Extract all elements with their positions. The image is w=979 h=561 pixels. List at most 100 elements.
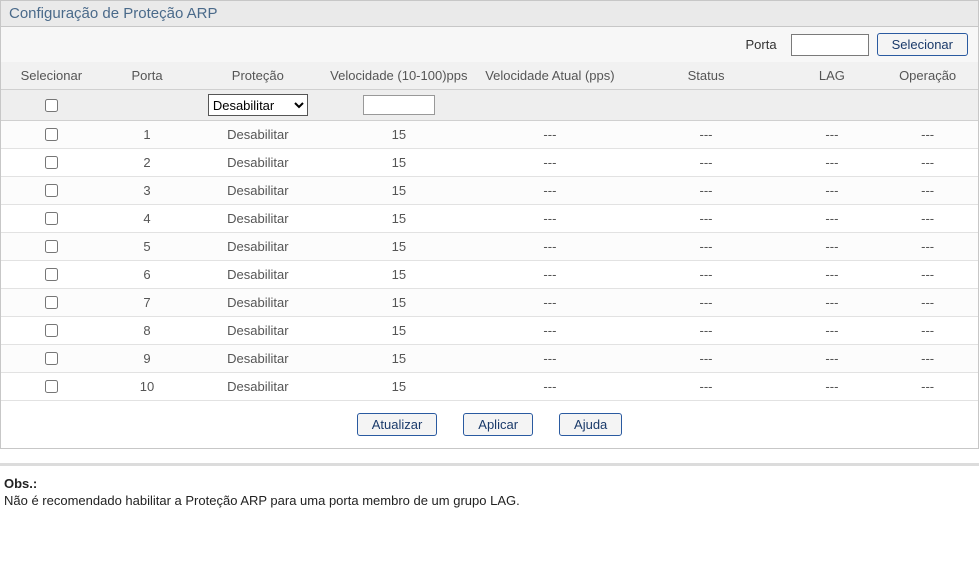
cell-protection: Desabilitar xyxy=(192,289,323,317)
row-checkbox[interactable] xyxy=(45,380,58,393)
col-header-speed: Velocidade (10-100)pps xyxy=(323,62,474,90)
cell-speed: 15 xyxy=(323,261,474,289)
cell-cur-speed: --- xyxy=(474,177,625,205)
col-header-cur-speed: Velocidade Atual (pps) xyxy=(474,62,625,90)
cell-operation: --- xyxy=(877,373,978,401)
cell-operation: --- xyxy=(877,233,978,261)
col-header-status: Status xyxy=(625,62,786,90)
speed-input[interactable] xyxy=(363,95,435,115)
row-checkbox[interactable] xyxy=(45,212,58,225)
table-row: 10Desabilitar15------------ xyxy=(1,373,978,401)
cell-protection: Desabilitar xyxy=(192,149,323,177)
cell-speed: 15 xyxy=(323,177,474,205)
cell-status: --- xyxy=(625,205,786,233)
cell-protection: Desabilitar xyxy=(192,373,323,401)
table-row: 8Desabilitar15------------ xyxy=(1,317,978,345)
col-header-select: Selecionar xyxy=(1,62,102,90)
cell-lag: --- xyxy=(787,121,878,149)
table-row: 1Desabilitar15------------ xyxy=(1,121,978,149)
row-checkbox[interactable] xyxy=(45,296,58,309)
cell-port: 5 xyxy=(102,233,193,261)
cell-operation: --- xyxy=(877,177,978,205)
col-header-lag: LAG xyxy=(787,62,878,90)
arp-table: Selecionar Porta Proteção Velocidade (10… xyxy=(1,62,978,401)
table-row: 9Desabilitar15------------ xyxy=(1,345,978,373)
cell-port: 1 xyxy=(102,121,193,149)
cell-status: --- xyxy=(625,233,786,261)
select-all-checkbox[interactable] xyxy=(45,99,58,112)
row-checkbox[interactable] xyxy=(45,240,58,253)
cell-protection: Desabilitar xyxy=(192,233,323,261)
table-header-row: Selecionar Porta Proteção Velocidade (10… xyxy=(1,62,978,90)
cell-port: 7 xyxy=(102,289,193,317)
row-checkbox[interactable] xyxy=(45,156,58,169)
cell-port: 2 xyxy=(102,149,193,177)
porta-input[interactable] xyxy=(791,34,869,56)
action-bar: Atualizar Aplicar Ajuda xyxy=(1,401,978,448)
table-row: 6Desabilitar15------------ xyxy=(1,261,978,289)
col-header-operation: Operação xyxy=(877,62,978,90)
cell-protection: Desabilitar xyxy=(192,317,323,345)
note-title: Obs.: xyxy=(4,476,975,491)
row-checkbox[interactable] xyxy=(45,184,58,197)
arp-protection-panel: Configuração de Proteção ARP Porta Selec… xyxy=(0,0,979,449)
refresh-button[interactable]: Atualizar xyxy=(357,413,438,436)
cell-status: --- xyxy=(625,121,786,149)
help-button[interactable]: Ajuda xyxy=(559,413,622,436)
row-checkbox[interactable] xyxy=(45,324,58,337)
cell-operation: --- xyxy=(877,261,978,289)
cell-lag: --- xyxy=(787,317,878,345)
cell-lag: --- xyxy=(787,233,878,261)
cell-lag: --- xyxy=(787,345,878,373)
cell-status: --- xyxy=(625,289,786,317)
cell-cur-speed: --- xyxy=(474,121,625,149)
cell-protection: Desabilitar xyxy=(192,205,323,233)
protection-select[interactable]: Desabilitar xyxy=(208,94,308,116)
col-header-protection: Proteção xyxy=(192,62,323,90)
cell-status: --- xyxy=(625,177,786,205)
apply-button[interactable]: Aplicar xyxy=(463,413,533,436)
col-header-port: Porta xyxy=(102,62,193,90)
cell-port: 4 xyxy=(102,205,193,233)
control-row: Desabilitar xyxy=(1,90,978,121)
cell-speed: 15 xyxy=(323,345,474,373)
cell-operation: --- xyxy=(877,317,978,345)
cell-speed: 15 xyxy=(323,289,474,317)
cell-speed: 15 xyxy=(323,233,474,261)
row-checkbox[interactable] xyxy=(45,352,58,365)
cell-cur-speed: --- xyxy=(474,289,625,317)
cell-port: 9 xyxy=(102,345,193,373)
cell-lag: --- xyxy=(787,149,878,177)
cell-status: --- xyxy=(625,149,786,177)
cell-cur-speed: --- xyxy=(474,149,625,177)
cell-cur-speed: --- xyxy=(474,345,625,373)
cell-lag: --- xyxy=(787,289,878,317)
cell-lag: --- xyxy=(787,373,878,401)
cell-lag: --- xyxy=(787,261,878,289)
cell-operation: --- xyxy=(877,121,978,149)
note-section: Obs.: Não é recomendado habilitar a Prot… xyxy=(0,466,979,512)
cell-status: --- xyxy=(625,317,786,345)
cell-cur-speed: --- xyxy=(474,373,625,401)
cell-cur-speed: --- xyxy=(474,261,625,289)
cell-port: 8 xyxy=(102,317,193,345)
cell-status: --- xyxy=(625,261,786,289)
cell-lag: --- xyxy=(787,205,878,233)
cell-speed: 15 xyxy=(323,149,474,177)
table-row: 7Desabilitar15------------ xyxy=(1,289,978,317)
cell-port: 3 xyxy=(102,177,193,205)
cell-protection: Desabilitar xyxy=(192,261,323,289)
cell-speed: 15 xyxy=(323,373,474,401)
cell-cur-speed: --- xyxy=(474,317,625,345)
select-button[interactable]: Selecionar xyxy=(877,33,968,56)
cell-port: 10 xyxy=(102,373,193,401)
cell-operation: --- xyxy=(877,205,978,233)
cell-protection: Desabilitar xyxy=(192,345,323,373)
cell-speed: 15 xyxy=(323,317,474,345)
table-row: 2Desabilitar15------------ xyxy=(1,149,978,177)
cell-cur-speed: --- xyxy=(474,233,625,261)
topbar: Porta Selecionar xyxy=(1,27,978,62)
row-checkbox[interactable] xyxy=(45,268,58,281)
note-body: Não é recomendado habilitar a Proteção A… xyxy=(4,493,975,508)
row-checkbox[interactable] xyxy=(45,128,58,141)
